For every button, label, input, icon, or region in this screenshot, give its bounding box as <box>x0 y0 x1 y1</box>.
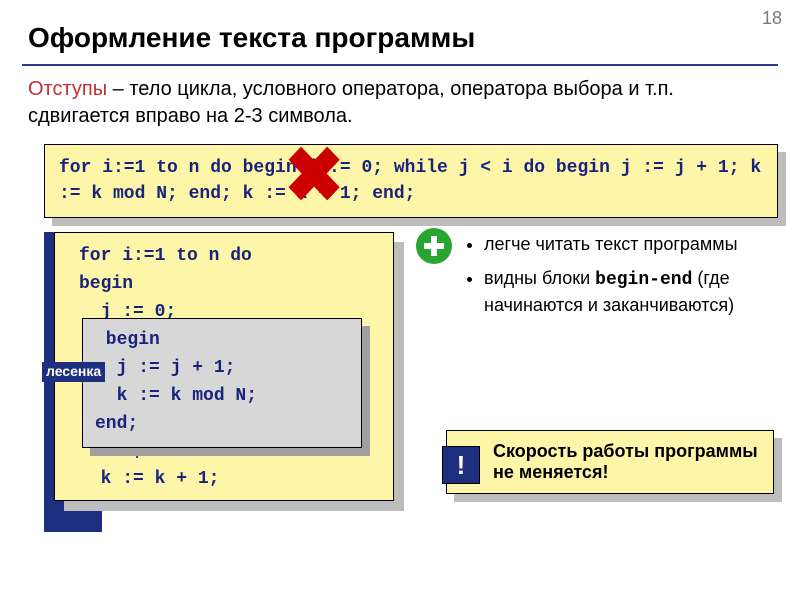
description-term: Отступы <box>28 78 107 100</box>
description-rest: – тело цикла, условного оператора, опера… <box>28 78 674 127</box>
bad-code: for i:=1 to n do begin j := 0; while j <… <box>44 144 778 218</box>
slide-title: Оформление текста программы <box>0 0 800 64</box>
begin-end-code: begin-end <box>595 270 692 290</box>
inner-code: begin j := j + 1; k := k mod N; end; <box>82 318 362 448</box>
note-block: ! Скорость работы программы не меняется! <box>446 430 774 494</box>
plus-circle-icon <box>416 228 452 264</box>
x-cross-icon: ✖ <box>284 138 344 214</box>
description: Отступы – тело цикла, условного оператор… <box>0 76 800 144</box>
advantages-list: легче читать текст программы видны блоки… <box>466 232 776 327</box>
title-rule <box>22 64 778 66</box>
inner-code-block: begin j := j + 1; k := k mod N; end; <box>82 318 362 448</box>
bad-code-block: for i:=1 to n do begin j := 0; while j <… <box>44 144 778 218</box>
lesenka-label: лесенка <box>42 362 105 381</box>
list-item: легче читать текст программы <box>484 232 776 256</box>
list-item: видны блоки begin-end (где начинаются и … <box>484 266 776 317</box>
page-number: 18 <box>762 8 782 29</box>
note-text: Скорость работы программы не меняется! <box>446 430 774 494</box>
exclamation-icon: ! <box>442 446 480 484</box>
